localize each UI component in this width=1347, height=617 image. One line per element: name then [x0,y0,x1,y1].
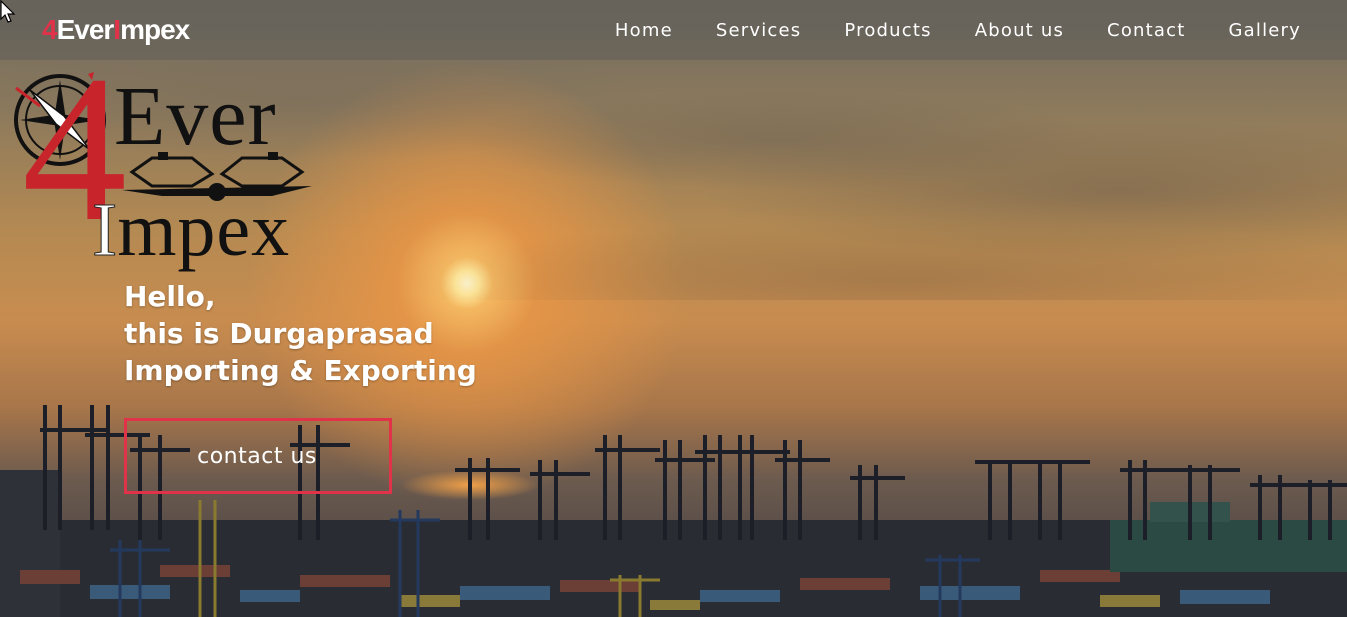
nav-links: Home Services Products About us Contact … [615,0,1301,60]
contact-us-button[interactable]: contact us [124,418,392,494]
logo-ever: Ever [114,70,277,163]
hero-line-name: this is Durgaprasad [124,317,434,350]
logo-i-mark: I [91,188,118,272]
arrow-cursor-icon [0,0,16,23]
hero-logo: 4 Ever Impex [10,44,320,276]
hero-headline: Hello, this is Durgaprasad Importing & E… [124,278,477,389]
hero-line-greeting: Hello, [124,280,216,313]
top-navbar: 4EverImpex Home Services Products About … [0,0,1347,60]
logo-impex: Impex [91,188,291,272]
nav-about-us[interactable]: About us [975,20,1064,41]
brand-part2: mpex [120,14,190,45]
nav-gallery[interactable]: Gallery [1228,20,1301,41]
nav-home[interactable]: Home [615,20,673,41]
nav-contact[interactable]: Contact [1107,20,1185,41]
nav-products[interactable]: Products [844,20,931,41]
hero-line-business: Importing & Exporting [124,354,477,387]
nav-services[interactable]: Services [716,20,802,41]
logo-impex-text: mpex [117,188,291,272]
